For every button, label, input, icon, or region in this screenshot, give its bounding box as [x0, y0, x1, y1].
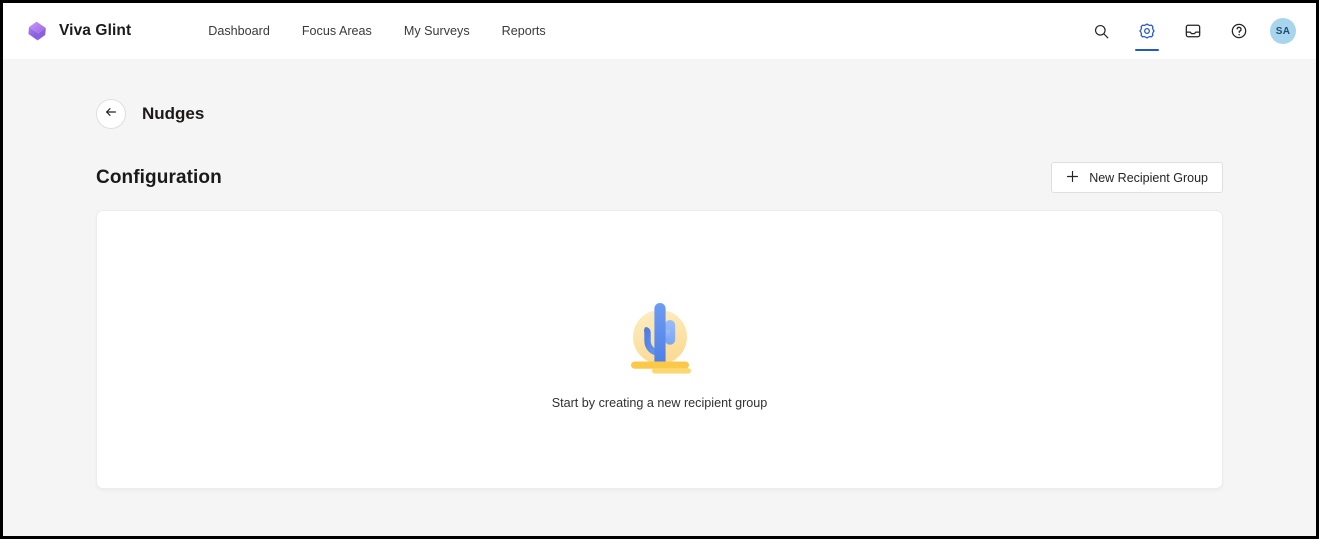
- page-header: Nudges: [96, 59, 1316, 129]
- nav-links: Dashboard Focus Areas My Surveys Reports: [192, 18, 562, 44]
- nav-link-focus-areas[interactable]: Focus Areas: [286, 18, 388, 44]
- brand-name: Viva Glint: [59, 22, 132, 39]
- empty-state-message: Start by creating a new recipient group: [551, 395, 768, 410]
- top-navigation-bar: Viva Glint Dashboard Focus Areas My Surv…: [3, 3, 1316, 59]
- arrow-left-icon: [104, 105, 118, 124]
- nav-link-my-surveys[interactable]: My Surveys: [388, 18, 486, 44]
- new-recipient-group-button[interactable]: New Recipient Group: [1051, 162, 1223, 193]
- cactus-desert-illustration-icon: [614, 290, 706, 374]
- search-icon[interactable]: [1086, 16, 1116, 46]
- brand[interactable]: Viva Glint: [26, 20, 131, 42]
- nav-actions: SA: [1086, 16, 1296, 51]
- inbox-icon[interactable]: [1178, 16, 1208, 46]
- viva-glint-diamond-logo-icon: [26, 20, 48, 42]
- new-recipient-group-label: New Recipient Group: [1089, 170, 1208, 185]
- nav-link-dashboard[interactable]: Dashboard: [192, 18, 286, 44]
- help-icon[interactable]: [1224, 16, 1254, 46]
- back-button[interactable]: [96, 99, 126, 129]
- section-title: Configuration: [96, 166, 222, 188]
- active-tab-underline: [1135, 48, 1159, 51]
- avatar[interactable]: SA: [1270, 18, 1296, 44]
- nav-link-reports[interactable]: Reports: [486, 18, 562, 44]
- plus-icon: [1066, 170, 1079, 186]
- configuration-card: Start by creating a new recipient group: [96, 210, 1223, 489]
- gear-icon[interactable]: [1132, 16, 1162, 51]
- page-body: Nudges Configuration New Recipient Group: [3, 59, 1316, 536]
- configuration-section-header: Configuration New Recipient Group: [96, 129, 1223, 193]
- page-title: Nudges: [142, 104, 205, 123]
- app-window: Viva Glint Dashboard Focus Areas My Surv…: [0, 0, 1319, 539]
